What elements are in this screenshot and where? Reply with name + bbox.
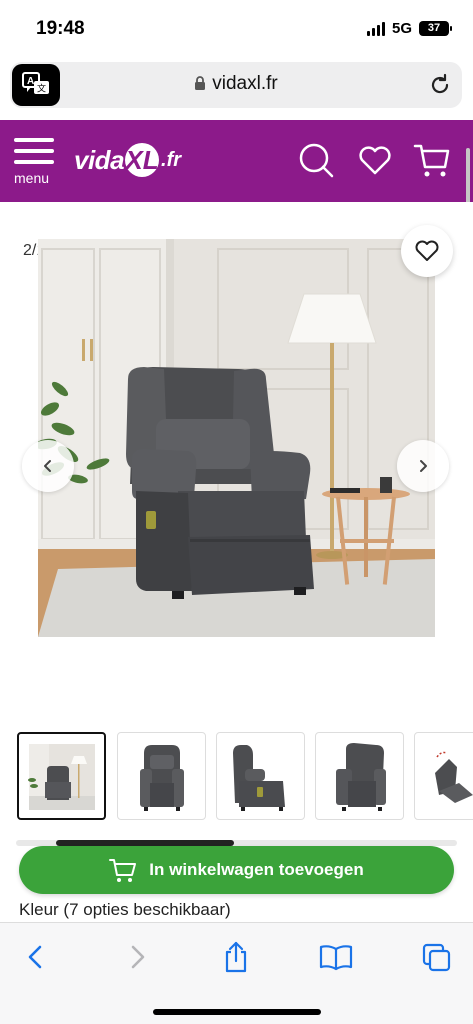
signal-icon [366, 21, 385, 36]
product-image[interactable] [38, 239, 435, 637]
tabs-button[interactable] [418, 939, 454, 975]
add-to-cart-button[interactable]: In winkelwagen toevoegen [19, 846, 454, 894]
chevron-right-icon [420, 460, 427, 472]
thumbnail-3[interactable] [216, 732, 305, 820]
thumbnail-2[interactable] [117, 732, 206, 820]
heart-icon [415, 240, 439, 261]
wishlist-button[interactable] [401, 225, 453, 277]
menu-label: menu [14, 170, 50, 186]
url-display[interactable]: vidaxl.fr [10, 73, 462, 95]
battery-icon: 37 [419, 21, 452, 36]
thumbnail-5[interactable] [414, 732, 473, 820]
network-type: 5G [391, 20, 412, 37]
next-image-button[interactable] [397, 440, 449, 492]
cart-icon [109, 859, 137, 882]
url-text: vidaxl.fr [212, 73, 278, 94]
share-button[interactable] [218, 939, 254, 975]
heart-icon[interactable] [355, 140, 395, 180]
forward-button[interactable] [119, 939, 155, 975]
cart-icon[interactable] [412, 140, 452, 180]
browser-toolbar [0, 922, 473, 1024]
status-bar: 19:48 5G 37 [0, 0, 473, 58]
site-header: menu vida XL .fr [0, 120, 473, 202]
vidaxl-logo[interactable]: vida XL .fr [74, 140, 181, 180]
battery-level: 37 [427, 22, 441, 34]
lock-icon [195, 76, 206, 90]
share-icon [225, 941, 247, 973]
tabs-icon [422, 943, 451, 972]
address-bar[interactable]: A 文 vidaxl.fr [10, 62, 462, 108]
page: 19:48 5G 37 A 文 vidaxl.fr menu vida XL .… [0, 0, 473, 1024]
status-time: 19:48 [36, 18, 85, 39]
search-icon[interactable] [296, 140, 336, 180]
home-indicator [153, 1009, 321, 1015]
prev-image-button[interactable] [22, 440, 74, 492]
bookmarks-button[interactable] [318, 939, 354, 975]
reload-icon[interactable] [428, 73, 452, 97]
back-button[interactable] [18, 939, 54, 975]
color-options-label[interactable]: Kleur (7 opties beschikbaar) [19, 900, 231, 920]
bookmarks-icon [319, 945, 353, 971]
chevron-left-icon [44, 460, 51, 472]
product-gallery: 2/11 [0, 202, 473, 722]
forward-icon [131, 945, 145, 969]
thumbnail-1[interactable] [17, 732, 106, 820]
thumbnail-4[interactable] [315, 732, 404, 820]
add-to-cart-label: In winkelwagen toevoegen [149, 860, 364, 879]
status-indicators: 5G 37 [366, 20, 452, 37]
back-icon [28, 945, 42, 969]
thumbnail-strip[interactable] [16, 730, 473, 824]
